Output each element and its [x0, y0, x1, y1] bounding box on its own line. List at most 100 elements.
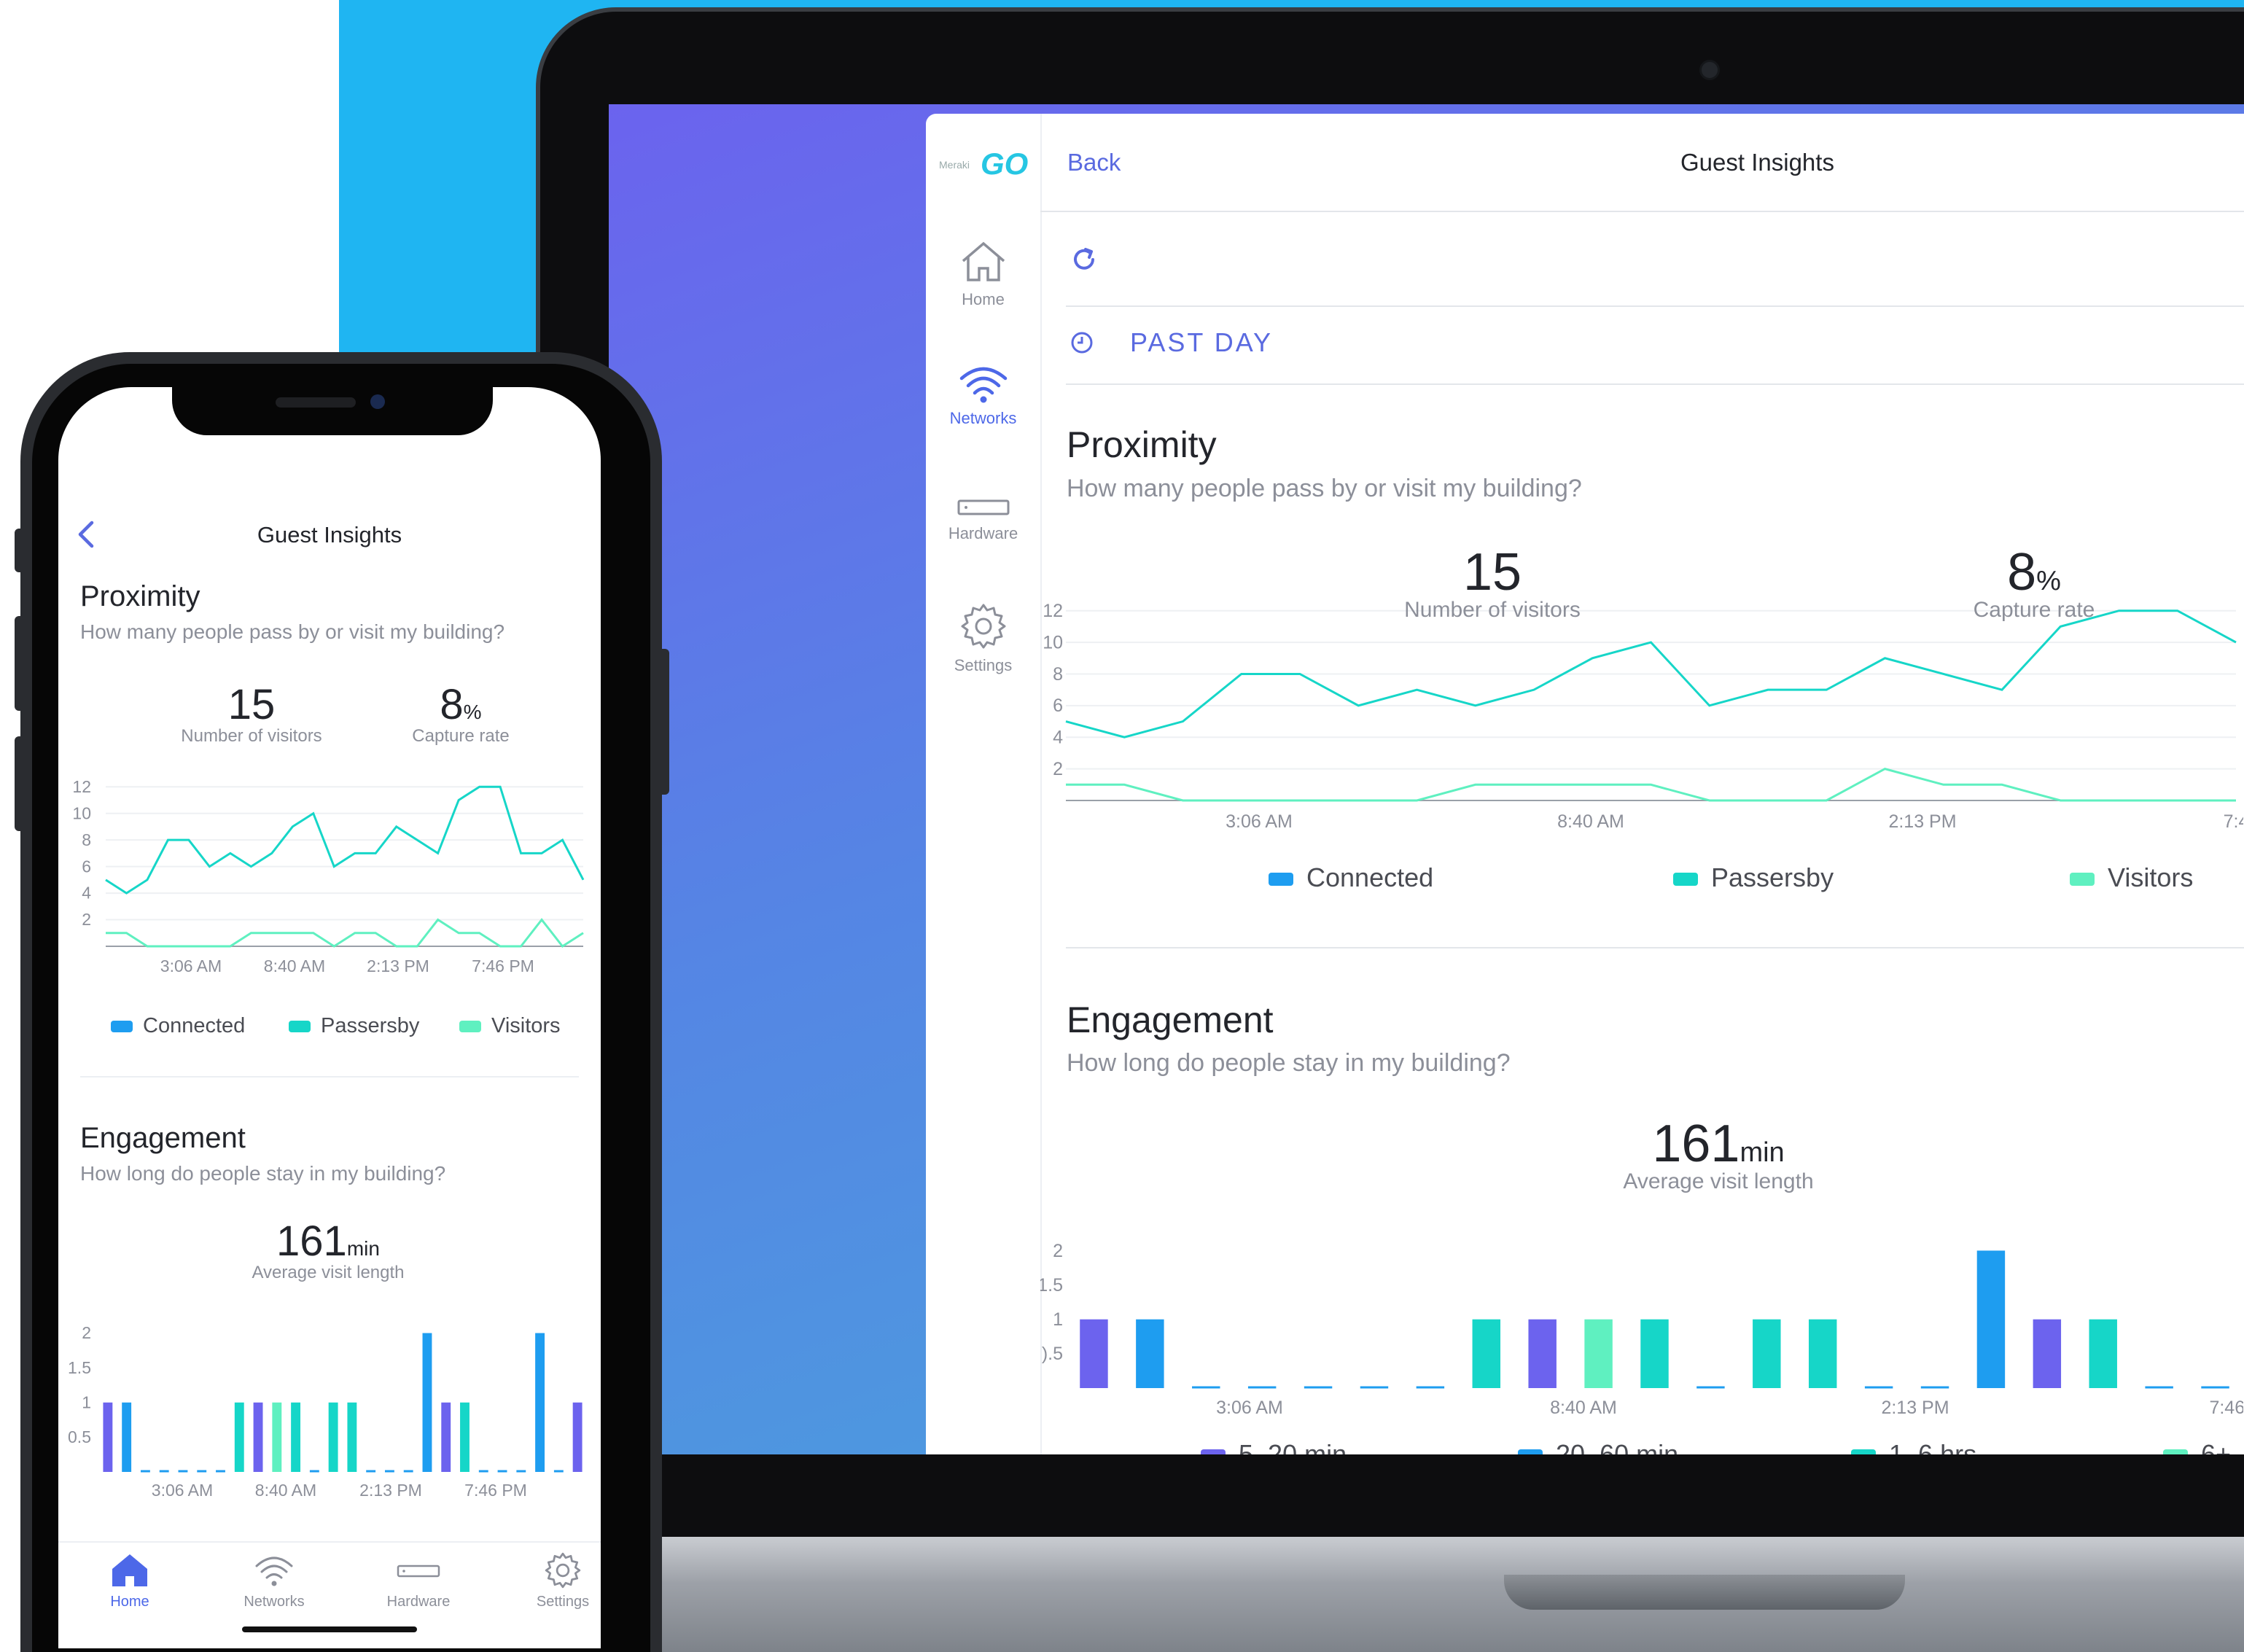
phone-engagement-chart: 2 1.5 1 0.5 3:06 AM 8:40 AM 2:13 PM 7:46 PM — [68, 1323, 583, 1500]
x-tick-label: 7:46 PM — [472, 956, 534, 975]
bar — [441, 1402, 451, 1472]
engagement-title: Engagement — [1067, 1000, 1274, 1040]
stat-number-of-visitors: 15 Number of visitors — [1347, 542, 1638, 623]
legend-label: Visitors — [2108, 862, 2194, 892]
tab-label: Home — [110, 1594, 149, 1610]
bar — [1136, 1319, 1164, 1388]
laptop-camera — [1699, 60, 1720, 80]
phone-front-camera — [370, 394, 385, 409]
x-tick-label: 8:40 AM — [264, 956, 325, 975]
x-tick-label: 2:13 PM — [359, 1481, 422, 1500]
brand-logo-small-text: Meraki — [939, 159, 970, 171]
divider — [80, 1076, 579, 1078]
bar — [253, 1402, 263, 1472]
x-tick-label: 8:40 AM — [1557, 811, 1624, 828]
y-tick-label: 8 — [82, 830, 91, 849]
bar — [572, 1402, 583, 1472]
bar — [422, 1333, 432, 1472]
bar — [1753, 1319, 1781, 1388]
stat-average-visit-length: 161min Average visit length — [1551, 1114, 1886, 1194]
sidebar-item-hardware[interactable]: Hardware — [926, 496, 1040, 543]
laptop-screen: Meraki GO Home Networks Hardware Setting… — [609, 104, 2244, 1454]
bar — [1976, 1250, 2006, 1388]
y-tick-label: 1.5 — [68, 1358, 91, 1377]
legend-visitors: Visitors — [2070, 862, 2193, 893]
tab-settings[interactable]: Settings — [504, 1551, 601, 1610]
y-tick-label: 4 — [1053, 728, 1063, 748]
y-tick-label: 6 — [82, 857, 91, 876]
clock-icon — [1071, 332, 1093, 354]
brand-logo: GO — [981, 147, 1029, 181]
y-tick-label: 1.5 — [1040, 1275, 1063, 1296]
stat-value: 8 — [2007, 543, 2037, 601]
legend-20-60-min: 20–60 min — [1518, 1439, 1678, 1454]
sidebar-item-networks[interactable]: Networks — [926, 365, 1040, 428]
stat-unit: % — [463, 701, 482, 723]
gear-icon — [545, 1552, 581, 1589]
y-tick-label: 1 — [1053, 1309, 1063, 1330]
x-tick-label: 3:06 AM — [1216, 1398, 1283, 1418]
bar — [460, 1402, 470, 1472]
divider — [1066, 383, 2244, 385]
y-tick-label: 0.5 — [68, 1427, 91, 1446]
bar — [272, 1402, 282, 1472]
y-tick-label: 12 — [72, 777, 91, 796]
laptop-engagement-chart: 2 1.5 1).5 3:06 AM 8:40 AM 2:13 PM 7:46 PM — [1040, 1241, 2243, 1418]
sidebar-item-home[interactable]: Home — [926, 239, 1040, 309]
y-tick-label: 2 — [82, 910, 91, 929]
y-tick-label: 6 — [1053, 696, 1063, 716]
x-tick-label: 7:46 PM — [2209, 1398, 2243, 1418]
back-button[interactable]: Back — [1067, 149, 1121, 176]
divider — [1066, 947, 2244, 948]
y-tick-label: 12 — [1043, 601, 1063, 621]
stat-label: Capture rate — [1973, 598, 2095, 622]
legend-swatch — [1201, 1449, 1226, 1454]
proximity-title: Proximity — [80, 580, 200, 612]
x-tick-label: 2:13 PM — [1881, 1398, 1949, 1418]
legend-label: 6+ — [2201, 1439, 2232, 1454]
home-icon — [962, 241, 1005, 281]
bar — [122, 1402, 132, 1472]
legend-label: Passersby — [1711, 862, 1834, 892]
laptop-sidebar: Meraki GO Home Networks Hardware Setting… — [926, 114, 1042, 1454]
series-line-visitors — [1066, 768, 2236, 802]
hardware-icon — [957, 499, 1009, 515]
stat-unit: min — [346, 1237, 380, 1260]
legend-swatch — [459, 1021, 481, 1033]
stat-unit: % — [2036, 566, 2061, 596]
tab-hardware[interactable]: Hardware — [360, 1551, 477, 1610]
laptop-base — [634, 1537, 2244, 1652]
tab-networks[interactable]: Networks — [216, 1551, 332, 1610]
legend-5-20-min: 5–20 min — [1201, 1439, 1347, 1454]
time-filter-past-day[interactable]: PAST DAY — [1070, 327, 1273, 358]
x-tick-label: 7:4 — [2224, 811, 2243, 828]
legend-label: Passersby — [321, 1014, 420, 1037]
stat-label: Number of visitors — [1404, 598, 1581, 622]
legend-1-6-hrs: 1–6 hrs — [1851, 1439, 1976, 1454]
x-tick-label: 8:40 AM — [1550, 1398, 1617, 1418]
divider — [1066, 305, 2244, 307]
legend-6-plus: 6+ — [2163, 1439, 2231, 1454]
stat-label: Average visit length — [1623, 1169, 1814, 1193]
wifi-icon — [959, 367, 1007, 403]
phone-screen: Guest Insights Proximity How many people… — [58, 387, 601, 1648]
stat-label: Average visit length — [252, 1263, 405, 1282]
stat-capture-rate: 8% Capture rate — [381, 680, 541, 747]
tab-home[interactable]: Home — [71, 1551, 188, 1610]
sidebar-item-label: Home — [962, 290, 1005, 308]
page-title: Guest Insights — [257, 522, 402, 548]
y-tick-label: 10 — [1043, 632, 1063, 652]
refresh-icon[interactable] — [1070, 245, 1099, 274]
y-tick-label: 1 — [82, 1392, 91, 1411]
sidebar-item-settings[interactable]: Settings — [926, 602, 1040, 675]
legend-swatch — [2163, 1449, 2188, 1454]
bar — [103, 1402, 113, 1472]
tab-label: Settings — [536, 1594, 590, 1610]
stat-value: 8 — [440, 681, 464, 728]
tab-label: Networks — [244, 1594, 305, 1610]
legend-swatch — [1851, 1449, 1876, 1454]
hardware-icon — [397, 1565, 440, 1578]
stat-label: Number of visitors — [181, 726, 322, 746]
laptop-app-window: Meraki GO Home Networks Hardware Setting… — [926, 114, 2244, 1454]
legend-visitors: Visitors — [459, 1014, 561, 1038]
